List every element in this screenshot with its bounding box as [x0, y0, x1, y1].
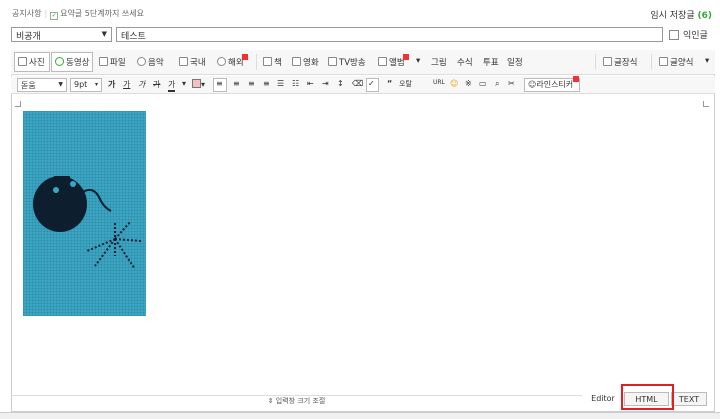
chevron-down-icon: ▾ [94, 81, 98, 88]
checkbox-icon [669, 30, 679, 40]
template-icon [659, 57, 668, 66]
new-badge-icon [573, 76, 580, 82]
style-template-button[interactable]: 글양식 [659, 56, 693, 68]
play-icon [55, 57, 64, 66]
schedule-button[interactable]: 일정 [507, 56, 523, 68]
font-select[interactable]: 돋움 ▼ [17, 78, 67, 92]
divider [651, 54, 652, 70]
bomb-pixel-art-icon [33, 176, 142, 270]
highlight-button[interactable]: ▾ [192, 79, 205, 89]
table-icon[interactable]: ▭ [479, 79, 487, 88]
overseas-map-button[interactable]: 해외 [217, 54, 250, 68]
status-bar [0, 412, 720, 419]
inserted-image[interactable] [23, 111, 146, 316]
bold-button[interactable]: 가 [108, 79, 115, 90]
title-input[interactable]: 테스트 [116, 27, 663, 42]
tv-button[interactable]: TV방송 [328, 56, 366, 68]
video-button-content: 동영상 [55, 56, 89, 68]
title-row: 비공개 ▼ 테스트 익인글 [0, 27, 720, 43]
strike-button[interactable]: 가 [153, 79, 160, 90]
divider [595, 54, 596, 70]
bullet-list-button[interactable]: ☷ [292, 79, 299, 88]
photo-button-content: 사진 [18, 56, 45, 68]
map-icon [179, 57, 188, 66]
graph-button[interactable]: 그림 [431, 56, 447, 68]
scissors-icon[interactable]: ✂ [508, 79, 515, 88]
highlight-icon [192, 79, 201, 88]
drafts-count: (6) [697, 11, 713, 21]
color-chevron[interactable]: ▾ [182, 79, 186, 88]
more-chevron[interactable]: ▾ [416, 56, 420, 66]
domestic-map-button[interactable]: 국내 [179, 56, 206, 68]
align-right-button[interactable]: ≡ [248, 79, 255, 88]
tab-text[interactable]: TEXT [671, 392, 707, 406]
chevron-down-icon: ▼ [101, 30, 107, 38]
drafts-link[interactable]: 임시 저장글 (6) [650, 8, 712, 21]
music-icon [137, 57, 146, 66]
visibility-value: 비공개 [16, 32, 41, 42]
globe-icon [217, 57, 226, 66]
chevron-down-icon: ▼ [58, 81, 63, 88]
align-center-button[interactable]: ≡ [233, 79, 240, 88]
insert-toolbar: 사진 동영상 파일 음악 국내 해외 책 영화 TV방송 앨범 ▾ 그림 수식 … [11, 50, 715, 75]
pen-icon [603, 57, 612, 66]
indent-button[interactable]: ⇥ [322, 79, 329, 88]
anonymous-label: 익인글 [683, 31, 708, 41]
visibility-select[interactable]: 비공개 ▼ [11, 27, 112, 42]
align-justify-button[interactable]: ≡ [263, 79, 270, 88]
font-size-select[interactable]: 9pt ▾ [70, 78, 102, 92]
file-icon [99, 57, 108, 66]
anonymous-checkbox[interactable]: 익인글 [669, 28, 708, 41]
highlight-box [621, 384, 674, 410]
format-toolbar: 돋움 ▼ 9pt ▾ 가 가 가 가 가 ▾ ▾ ≡ ≡ ≡ ≡ ☰ ☷ ⇤ ⇥ ↕… [11, 76, 715, 94]
italic-button[interactable]: 가 [138, 79, 145, 90]
font-size-value: 9pt [74, 80, 88, 89]
spellcheck-icon: ✓ [368, 79, 375, 88]
font-color-button[interactable]: 가 [168, 79, 176, 92]
search-icon[interactable]: ⌕ [495, 79, 499, 89]
toolbar-more-chevron[interactable]: ▾ [705, 56, 709, 66]
album-button[interactable]: 앨범 [378, 54, 411, 68]
outdent-button[interactable]: ⇤ [307, 79, 314, 88]
special-char-icon[interactable]: ※ [465, 79, 472, 88]
film-icon [292, 57, 301, 66]
movie-button[interactable]: 영화 [292, 56, 319, 68]
file-button[interactable]: 파일 [99, 56, 126, 68]
chevron-down-icon: ▾ [416, 56, 421, 66]
link-button[interactable]: URL [433, 79, 445, 86]
summary-check-icon[interactable]: ✓ [50, 12, 59, 20]
summary-hint: 요약글 5단계까지 쓰세요 [60, 9, 144, 18]
quote-button[interactable]: “ [387, 79, 392, 88]
content-corner [15, 101, 21, 107]
album-icon [378, 57, 387, 66]
underline-button[interactable]: 가 [123, 79, 130, 90]
line-sticker-content: ☺라인스티커 [528, 76, 580, 90]
vote-button[interactable]: 투표 [483, 56, 499, 68]
book-icon [263, 57, 272, 66]
chevron-down-icon: ▾ [705, 56, 710, 66]
photo-icon [18, 57, 27, 66]
resize-handle[interactable]: ⇕ 입력창 크기 조절 [11, 395, 582, 406]
info-row: 공지사항 | ✓ 요약글 5단계까지 쓰세요 임시 저장글 (6) [0, 8, 720, 22]
tab-editor[interactable]: Editor [583, 392, 623, 406]
new-badge-icon [402, 54, 409, 60]
drafts-label: 임시 저장글 [650, 11, 695, 21]
clear-format-button[interactable]: ⌫ [352, 79, 363, 88]
notice-link[interactable]: 공지사항 [12, 9, 41, 18]
ordered-list-button[interactable]: ☰ [277, 79, 284, 88]
formula-button[interactable]: 수식 [457, 56, 473, 68]
book-button[interactable]: 책 [263, 56, 282, 68]
new-badge-icon [241, 54, 248, 60]
divider [256, 54, 257, 70]
line-height-button[interactable]: ↕ [337, 79, 344, 88]
align-left-icon: ≡ [216, 79, 223, 88]
notice-area: 공지사항 | ✓ 요약글 5단계까지 쓰세요 [12, 9, 144, 20]
content-corner [703, 101, 709, 107]
hanja-button[interactable]: 오탈 [399, 79, 412, 89]
emoji-icon[interactable]: ☺ [450, 79, 458, 88]
tv-icon [328, 57, 337, 66]
font-value: 돋움 [21, 81, 36, 90]
music-button[interactable]: 음악 [137, 56, 164, 68]
style-decoration-button[interactable]: 글장식 [603, 56, 637, 68]
